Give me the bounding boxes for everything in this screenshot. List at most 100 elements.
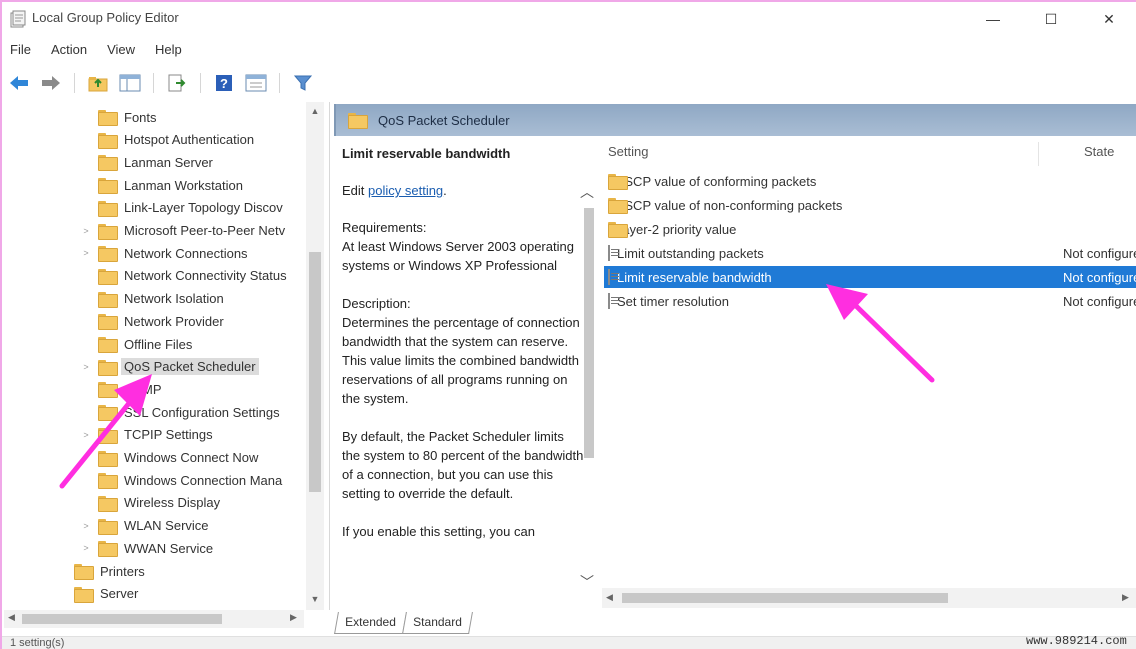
folder-icon xyxy=(348,113,368,129)
table-row[interactable]: DSCP value of non-conforming packets xyxy=(604,194,1136,216)
back-button[interactable] xyxy=(6,70,32,96)
menu-action[interactable]: Action xyxy=(43,40,95,62)
table-row[interactable]: DSCP value of conforming packets xyxy=(604,170,1136,192)
tree-item[interactable]: > Network Connections xyxy=(80,242,248,264)
tree-item[interactable]: Printers xyxy=(56,560,145,582)
edit-policy-setting-link[interactable]: policy setting xyxy=(368,183,443,198)
export-list-icon xyxy=(168,74,186,92)
scroll-left-icon[interactable]: ◀ xyxy=(8,612,15,623)
up-one-level-button[interactable] xyxy=(85,70,111,96)
chevron-up-icon[interactable]: ︿ xyxy=(580,182,594,202)
scroll-left-icon[interactable]: ◀ xyxy=(606,592,613,603)
tree-item-label: TCPIP Settings xyxy=(124,427,213,443)
chevron-right-icon[interactable]: > xyxy=(80,430,92,440)
tree-item[interactable]: Offline Files xyxy=(80,333,192,355)
show-hide-console-tree-button[interactable] xyxy=(117,70,143,96)
tab-extended[interactable]: Extended xyxy=(334,612,407,634)
edit-prefix: Edit xyxy=(342,183,369,198)
table-row[interactable]: Limit reservable bandwidth Not configured xyxy=(604,266,1136,288)
up-folder-icon xyxy=(88,77,108,92)
folder-icon xyxy=(98,178,118,195)
status-text: 1 setting(s) xyxy=(10,637,65,649)
scroll-up-icon[interactable]: ▲ xyxy=(306,106,324,116)
tree-item[interactable]: Network Provider xyxy=(80,310,224,332)
console-tree[interactable]: Fonts Hotspot Authentication Lanman Server… xyxy=(4,102,330,610)
tree-item[interactable]: Network Isolation xyxy=(80,288,224,310)
properties-button[interactable] xyxy=(243,70,269,96)
scroll-thumb[interactable] xyxy=(584,208,594,458)
folder-icon xyxy=(98,518,118,535)
tree-item[interactable]: SNMP xyxy=(80,378,162,400)
folder-icon xyxy=(98,473,118,490)
tree-item-label: QoS Packet Scheduler xyxy=(121,358,259,376)
edit-policy-line: Edit policy setting. xyxy=(342,183,584,198)
tree-item-label: Network Connectivity Status xyxy=(124,268,287,284)
chevron-right-icon[interactable]: > xyxy=(80,543,92,553)
details-header-title: QoS Packet Scheduler xyxy=(378,112,510,128)
minimize-button[interactable]: — xyxy=(970,6,1016,32)
toolbar: ? xyxy=(2,68,1136,98)
tree-item[interactable]: Fonts xyxy=(80,106,157,128)
folder-icon xyxy=(98,132,118,149)
scroll-thumb[interactable] xyxy=(22,614,222,624)
tree-item[interactable]: Hotspot Authentication xyxy=(80,129,254,151)
tree-item[interactable]: Network Connectivity Status xyxy=(80,265,287,287)
export-list-button[interactable] xyxy=(164,70,190,96)
list-horizontal-scrollbar[interactable]: ◀ ▶ xyxy=(602,588,1136,608)
help-button[interactable]: ? xyxy=(211,70,237,96)
scroll-thumb[interactable] xyxy=(309,252,321,492)
chevron-down-icon[interactable]: ﹀ xyxy=(580,572,594,592)
chevron-right-icon[interactable]: > xyxy=(80,226,92,236)
tree-item[interactable]: > WLAN Service xyxy=(80,515,209,537)
tree-item[interactable]: SSL Configuration Settings xyxy=(80,401,280,423)
tree-item[interactable]: Wireless Display xyxy=(80,492,220,514)
tree-item-label: Lanman Workstation xyxy=(124,177,243,193)
tree-item[interactable]: Lanman Workstation xyxy=(80,174,243,196)
table-row[interactable]: Layer-2 priority value xyxy=(604,218,1136,240)
back-arrow-icon xyxy=(10,76,28,90)
column-header-state[interactable]: State xyxy=(1084,144,1114,166)
tree-item[interactable]: Windows Connection Mana xyxy=(80,469,282,491)
settings-list[interactable]: Setting State DSCP value of conforming p… xyxy=(602,136,1136,610)
column-header-setting[interactable]: Setting xyxy=(608,144,648,166)
watermark-text: www.989214.com xyxy=(1026,634,1127,648)
filter-button[interactable] xyxy=(290,70,316,96)
tree-item[interactable]: > QoS Packet Scheduler xyxy=(80,356,259,378)
row-setting-label: DSCP value of non-conforming packets xyxy=(615,197,843,213)
folder-icon xyxy=(98,200,118,217)
tree-item-label: Server xyxy=(100,586,139,602)
forward-button[interactable] xyxy=(38,70,64,96)
table-row[interactable]: Set timer resolution Not configured xyxy=(604,290,1136,312)
tree-item[interactable]: Link-Layer Topology Discov xyxy=(80,197,283,219)
close-button[interactable]: ✕ xyxy=(1086,6,1132,32)
tree-item[interactable]: > WWAN Service xyxy=(80,537,213,559)
description-scrollbar[interactable]: ︿ ﹀ xyxy=(578,182,598,592)
menu-view[interactable]: View xyxy=(99,40,143,62)
chevron-right-icon[interactable]: > xyxy=(80,521,92,531)
tree-item[interactable]: Lanman Server xyxy=(80,151,213,173)
folder-icon xyxy=(98,223,118,240)
tree-item[interactable]: Server xyxy=(56,583,138,605)
tab-standard[interactable]: Standard xyxy=(401,612,473,634)
row-state-value: Not configured xyxy=(1063,245,1136,261)
tree-item[interactable]: Windows Connect Now xyxy=(80,447,258,469)
policy-editor-app-icon xyxy=(10,10,26,28)
scroll-down-icon[interactable]: ▼ xyxy=(306,594,324,604)
tree-vertical-scrollbar[interactable]: ▲ ▼ xyxy=(306,102,324,610)
tree-item[interactable]: > TCPIP Settings xyxy=(80,424,213,446)
table-row[interactable]: Limit outstanding packets Not configured xyxy=(604,242,1136,264)
description-title: Limit reservable bandwidth xyxy=(342,146,511,161)
chevron-right-icon[interactable]: > xyxy=(80,248,92,258)
menu-file[interactable]: File xyxy=(2,40,39,62)
scroll-right-icon[interactable]: ▶ xyxy=(290,612,297,623)
maximize-button[interactable]: ☐ xyxy=(1028,6,1074,32)
tree-item[interactable]: > Microsoft Peer-to-Peer Netv xyxy=(80,220,285,242)
tree-horizontal-scrollbar[interactable]: ◀ ▶ xyxy=(4,610,304,628)
scroll-thumb[interactable] xyxy=(622,593,948,603)
folder-icon xyxy=(98,155,118,172)
chevron-right-icon[interactable]: > xyxy=(80,362,92,372)
scroll-right-icon[interactable]: ▶ xyxy=(1122,592,1129,603)
menu-help[interactable]: Help xyxy=(147,40,190,62)
folder-icon xyxy=(98,450,118,467)
column-divider[interactable] xyxy=(1038,142,1039,166)
